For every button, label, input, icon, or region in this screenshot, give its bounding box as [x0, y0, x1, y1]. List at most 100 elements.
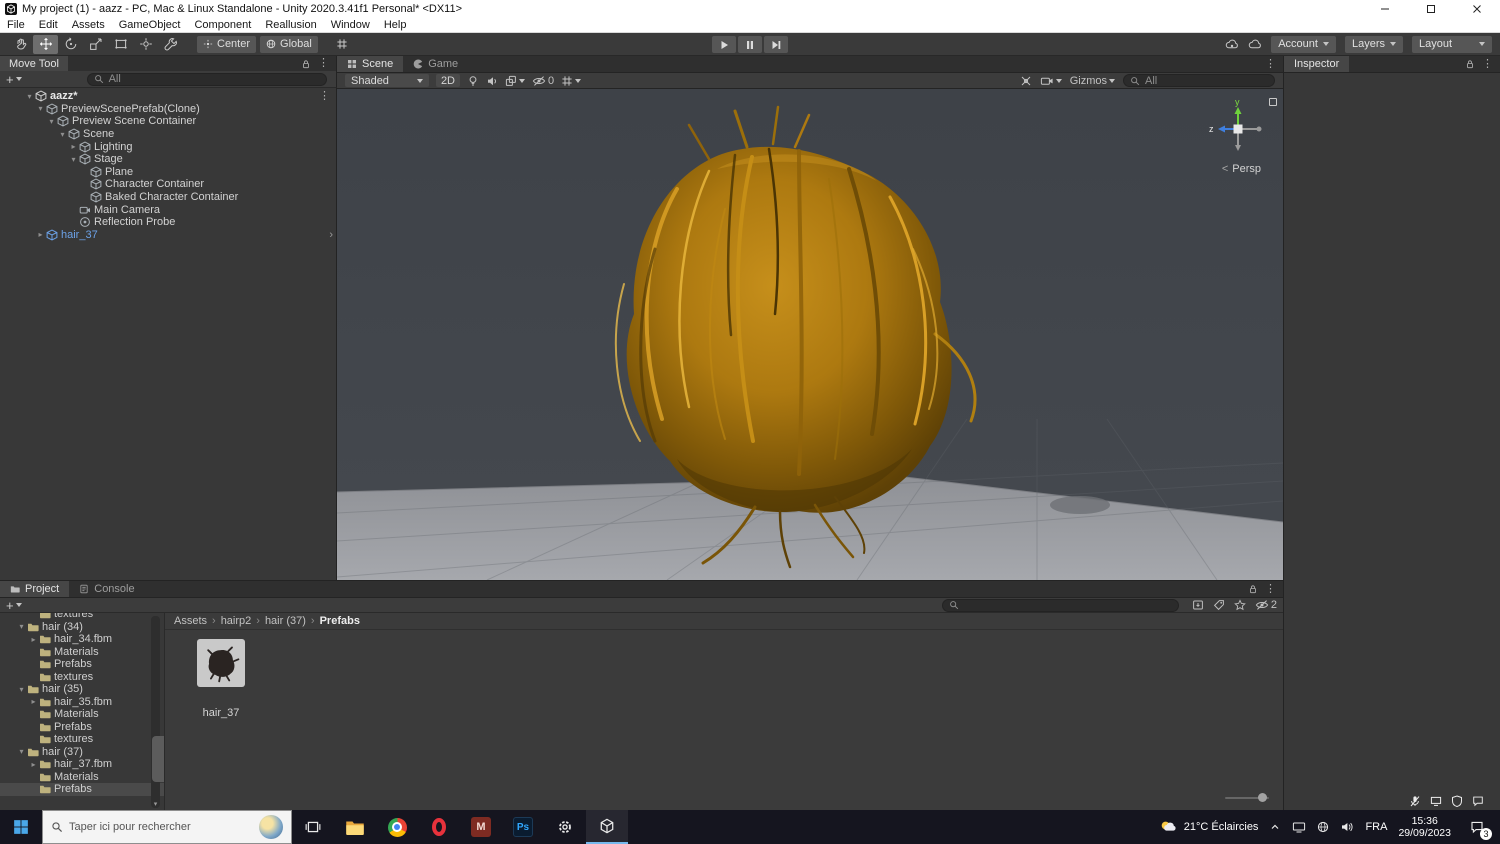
search-highlight-image[interactable] — [259, 815, 283, 839]
folder-item-textures[interactable]: textures — [0, 733, 164, 746]
kebab-menu-icon[interactable]: ⋮ — [318, 58, 329, 69]
foldout-open-icon[interactable]: ▾ — [57, 130, 68, 139]
kebab-menu-icon[interactable]: ⋮ — [1265, 58, 1276, 70]
kebab-menu-icon[interactable]: ⋮ — [1482, 58, 1493, 70]
tab-project[interactable]: Project — [0, 581, 70, 597]
hierarchy-item-reflection-probe[interactable]: Reflection Probe — [0, 216, 336, 229]
foldout-open-icon[interactable]: ▾ — [68, 155, 79, 164]
folder-item-hair35fbm[interactable]: ▸ hair_35.fbm — [0, 696, 164, 709]
cloud-icon[interactable] — [1248, 37, 1262, 51]
hierarchy-item-baked-character-container[interactable]: Baked Character Container — [0, 191, 336, 204]
tab-inspector[interactable]: Inspector — [1284, 56, 1350, 72]
hierarchy-item-scene-aazz[interactable]: ▾ aazz* ⋮ — [0, 90, 336, 103]
foldout-open-icon[interactable]: ▾ — [24, 92, 35, 101]
scene-effects-dropdown[interactable] — [505, 75, 525, 87]
foldout-open-icon[interactable]: ▾ — [16, 622, 27, 631]
pivot-center-button[interactable]: Center — [197, 35, 257, 53]
network-icon[interactable] — [1292, 820, 1306, 834]
pan-tool-button[interactable] — [8, 35, 33, 54]
language-indicator[interactable]: FRA — [1365, 821, 1387, 833]
menu-edit[interactable]: Edit — [32, 19, 65, 31]
toggle-2d-button[interactable]: 2D — [435, 74, 460, 87]
hierarchy-item-hair37[interactable]: ▸ hair_37 › — [0, 229, 336, 242]
action-center-button[interactable]: 3 — [1462, 810, 1492, 844]
tab-scene[interactable]: Scene — [337, 56, 404, 72]
scroll-down-arrow-icon[interactable]: ▾ — [151, 800, 160, 808]
project-tree-scrollbar[interactable]: ▾ — [151, 616, 164, 808]
rotate-tool-button[interactable] — [58, 35, 83, 54]
projection-toggle[interactable]: < Persp — [1222, 163, 1261, 175]
foldout-open-icon[interactable]: ▾ — [46, 117, 57, 126]
volume-icon[interactable] — [1340, 820, 1354, 834]
hierarchy-item-stage[interactable]: ▾ Stage — [0, 153, 336, 166]
lock-icon[interactable] — [301, 59, 311, 69]
foldout-open-icon[interactable]: ▾ — [35, 104, 46, 113]
shield-icon[interactable] — [1451, 795, 1463, 807]
breadcrumb-prefabs[interactable]: Prefabs — [320, 615, 360, 627]
layers-dropdown[interactable]: Layers — [1344, 35, 1403, 53]
orientation-gizmo[interactable]: y z — [1207, 95, 1269, 160]
asset-hair37[interactable]: hair_37 — [183, 639, 259, 719]
tab-console[interactable]: Console — [69, 581, 144, 597]
folder-item-materials[interactable]: Materials — [0, 646, 164, 659]
create-object-button[interactable]: + — [6, 72, 22, 87]
hierarchy-item-plane[interactable]: Plane — [0, 166, 336, 179]
scene-search-input[interactable]: All — [1123, 74, 1275, 87]
chat-icon[interactable] — [1472, 795, 1484, 807]
foldout-closed-icon[interactable]: ▸ — [28, 635, 39, 644]
unity-taskbar-button[interactable] — [586, 810, 628, 844]
slider-knob[interactable] — [1258, 793, 1267, 802]
hierarchy-item-character-container[interactable]: Character Container — [0, 178, 336, 191]
gizmos-dropdown[interactable]: Gizmos — [1070, 75, 1115, 87]
scene-lighting-toggle[interactable] — [467, 75, 479, 87]
hidden-objects-toggle[interactable]: 0 — [532, 74, 554, 88]
foldout-closed-icon[interactable]: ▸ — [28, 697, 39, 706]
play-button[interactable] — [712, 36, 736, 53]
opera-button[interactable] — [418, 810, 460, 844]
project-search-input[interactable] — [941, 598, 1179, 612]
globe-icon[interactable] — [1317, 821, 1329, 833]
prefab-open-chevron-icon[interactable]: › — [329, 229, 333, 241]
menu-file[interactable]: File — [0, 19, 32, 31]
menu-assets[interactable]: Assets — [65, 19, 112, 31]
search-by-label-icon[interactable] — [1213, 599, 1225, 611]
scene-audio-toggle[interactable] — [486, 75, 498, 87]
folder-item-hair34[interactable]: ▾ hair (34) — [0, 621, 164, 634]
favorites-star-icon[interactable] — [1234, 599, 1246, 611]
task-view-button[interactable] — [292, 810, 334, 844]
foldout-open-icon[interactable]: ▾ — [16, 747, 27, 756]
maximize-button[interactable] — [1408, 0, 1454, 18]
breadcrumb-hairp2[interactable]: hairp2 — [221, 615, 252, 627]
clock[interactable]: 15:36 29/09/2023 — [1398, 815, 1451, 839]
hierarchy-item-preview-scene-container[interactable]: ▾ Preview Scene Container — [0, 115, 336, 128]
folder-item-textures[interactable]: textures — [0, 671, 164, 684]
folder-item-hair37[interactable]: ▾ hair (37) — [0, 746, 164, 759]
menu-window[interactable]: Window — [324, 19, 377, 31]
scrollbar-thumb[interactable] — [152, 736, 164, 782]
tab-game[interactable]: Game — [403, 56, 468, 72]
custom-tool-button[interactable] — [158, 35, 183, 54]
move-tool-button[interactable] — [33, 34, 58, 54]
foldout-closed-icon[interactable]: ▸ — [35, 230, 46, 239]
layout-dropdown[interactable]: Layout — [1412, 35, 1492, 53]
scene-tool-settings-icon[interactable] — [1020, 75, 1032, 87]
lock-icon[interactable] — [1248, 584, 1258, 594]
hidden-packages-toggle[interactable]: 2 — [1255, 598, 1277, 612]
close-button[interactable] — [1454, 0, 1500, 18]
breadcrumb-hair37[interactable]: hair (37) — [265, 615, 306, 627]
draw-mode-dropdown[interactable]: Shaded — [345, 74, 429, 87]
folder-item-hair34fbm[interactable]: ▸ hair_34.fbm — [0, 633, 164, 646]
menu-gameobject[interactable]: GameObject — [112, 19, 188, 31]
folder-item-prefabs[interactable]: Prefabs — [0, 721, 164, 734]
orientation-global-button[interactable]: Global — [260, 35, 318, 53]
pause-button[interactable] — [738, 36, 762, 53]
grid-snap-button[interactable] — [330, 35, 355, 54]
step-button[interactable] — [764, 36, 788, 53]
folder-item-materials[interactable]: Materials — [0, 771, 164, 784]
menu-help[interactable]: Help — [377, 19, 414, 31]
menu-component[interactable]: Component — [187, 19, 258, 31]
viewport-corner-widget-icon[interactable] — [1269, 98, 1277, 106]
scene-viewport[interactable]: y z < Persp — [337, 89, 1283, 580]
grid-visibility-dropdown[interactable] — [561, 75, 582, 87]
folder-item-textures[interactable]: textures — [0, 613, 164, 621]
